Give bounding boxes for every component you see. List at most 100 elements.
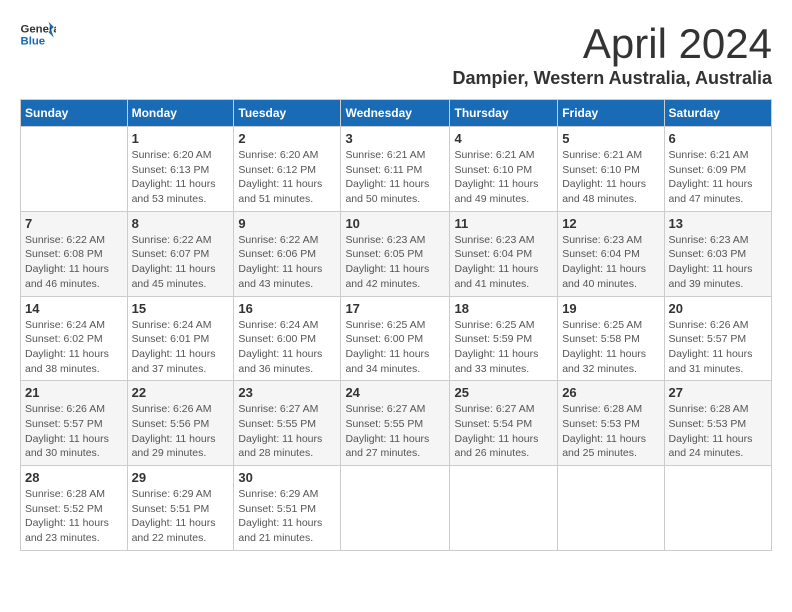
calendar-cell: 30 Sunrise: 6:29 AMSunset: 5:51 PMDayligh… (234, 466, 341, 551)
calendar-cell: 8Sunrise: 6:22 AMSunset: 6:07 PMDaylight… (127, 211, 234, 296)
day-number: 12 (562, 216, 659, 231)
calendar-cell: 26 Sunrise: 6:28 AMSunset: 5:53 PMDayligh… (558, 381, 664, 466)
location-title: Dampier, Western Australia, Australia (453, 68, 772, 89)
day-info: Sunrise: 6:21 AMSunset: 6:11 PMDaylight:… (345, 148, 445, 207)
calendar-week-row: 21 Sunrise: 6:26 AMSunset: 5:57 PMDayligh… (21, 381, 772, 466)
day-number: 18 (454, 301, 553, 316)
day-info: Sunrise: 6:23 AMSunset: 6:03 PMDaylight:… (669, 233, 767, 292)
day-info: Sunrise: 6:28 AMSunset: 5:53 PMDaylight:… (562, 402, 659, 461)
calendar-week-row: 1 Sunrise: 6:20 AMSunset: 6:13 PMDaylight… (21, 127, 772, 212)
day-number: 8 (132, 216, 230, 231)
day-info: Sunrise: 6:28 AMSunset: 5:52 PMDaylight:… (25, 487, 123, 546)
column-header-sunday: Sunday (21, 100, 128, 127)
calendar-cell (664, 466, 771, 551)
calendar-cell: 15Sunrise: 6:24 AMSunset: 6:01 PMDayligh… (127, 296, 234, 381)
column-header-wednesday: Wednesday (341, 100, 450, 127)
day-number: 7 (25, 216, 123, 231)
day-number: 23 (238, 385, 336, 400)
day-number: 25 (454, 385, 553, 400)
day-number: 17 (345, 301, 445, 316)
calendar-cell: 20 Sunrise: 6:26 AMSunset: 5:57 PMDayligh… (664, 296, 771, 381)
day-info: Sunrise: 6:24 AMSunset: 6:00 PMDaylight:… (238, 318, 336, 377)
calendar-week-row: 28Sunrise: 6:28 AMSunset: 5:52 PMDayligh… (21, 466, 772, 551)
day-number: 2 (238, 131, 336, 146)
day-info: Sunrise: 6:25 AMSunset: 5:58 PMDaylight:… (562, 318, 659, 377)
calendar-cell: 14 Sunrise: 6:24 AMSunset: 6:02 PMDayligh… (21, 296, 128, 381)
day-number: 5 (562, 131, 659, 146)
calendar-cell: 16 Sunrise: 6:24 AMSunset: 6:00 PMDayligh… (234, 296, 341, 381)
calendar-cell: 6 Sunrise: 6:21 AMSunset: 6:09 PMDaylight… (664, 127, 771, 212)
day-info: Sunrise: 6:21 AMSunset: 6:10 PMDaylight:… (454, 148, 553, 207)
day-info: Sunrise: 6:26 AMSunset: 5:56 PMDaylight:… (132, 402, 230, 461)
calendar-cell: 1 Sunrise: 6:20 AMSunset: 6:13 PMDaylight… (127, 127, 234, 212)
day-info: Sunrise: 6:26 AMSunset: 5:57 PMDaylight:… (25, 402, 123, 461)
day-info: Sunrise: 6:26 AMSunset: 5:57 PMDaylight:… (669, 318, 767, 377)
day-info: Sunrise: 6:22 AMSunset: 6:06 PMDaylight:… (238, 233, 336, 292)
calendar-header-row: SundayMondayTuesdayWednesdayThursdayFrid… (21, 100, 772, 127)
column-header-saturday: Saturday (664, 100, 771, 127)
day-info: Sunrise: 6:24 AMSunset: 6:02 PMDaylight:… (25, 318, 123, 377)
calendar-week-row: 7 Sunrise: 6:22 AMSunset: 6:08 PMDaylight… (21, 211, 772, 296)
title-area: April 2024 Dampier, Western Australia, A… (453, 20, 772, 89)
day-info: Sunrise: 6:20 AMSunset: 6:13 PMDaylight:… (132, 148, 230, 207)
calendar-cell: 21 Sunrise: 6:26 AMSunset: 5:57 PMDayligh… (21, 381, 128, 466)
calendar-cell: 9 Sunrise: 6:22 AMSunset: 6:06 PMDaylight… (234, 211, 341, 296)
calendar-cell (450, 466, 558, 551)
calendar-cell: 2 Sunrise: 6:20 AMSunset: 6:12 PMDaylight… (234, 127, 341, 212)
day-number: 27 (669, 385, 767, 400)
day-number: 6 (669, 131, 767, 146)
calendar-cell: 18 Sunrise: 6:25 AMSunset: 5:59 PMDayligh… (450, 296, 558, 381)
day-number: 13 (669, 216, 767, 231)
day-number: 16 (238, 301, 336, 316)
header: General Blue April 2024 Dampier, Western… (20, 20, 772, 89)
calendar-cell: 25 Sunrise: 6:27 AMSunset: 5:54 PMDayligh… (450, 381, 558, 466)
calendar-cell: 28Sunrise: 6:28 AMSunset: 5:52 PMDayligh… (21, 466, 128, 551)
day-info: Sunrise: 6:27 AMSunset: 5:54 PMDaylight:… (454, 402, 553, 461)
day-number: 14 (25, 301, 123, 316)
calendar-week-row: 14 Sunrise: 6:24 AMSunset: 6:02 PMDayligh… (21, 296, 772, 381)
calendar-cell: 10 Sunrise: 6:23 AMSunset: 6:05 PMDayligh… (341, 211, 450, 296)
day-info: Sunrise: 6:23 AMSunset: 6:04 PMDaylight:… (454, 233, 553, 292)
day-number: 26 (562, 385, 659, 400)
day-info: Sunrise: 6:25 AMSunset: 6:00 PMDaylight:… (345, 318, 445, 377)
day-number: 11 (454, 216, 553, 231)
calendar-cell: 19 Sunrise: 6:25 AMSunset: 5:58 PMDayligh… (558, 296, 664, 381)
svg-text:Blue: Blue (21, 36, 46, 48)
day-info: Sunrise: 6:23 AMSunset: 6:04 PMDaylight:… (562, 233, 659, 292)
day-number: 4 (454, 131, 553, 146)
calendar-cell: 17 Sunrise: 6:25 AMSunset: 6:00 PMDayligh… (341, 296, 450, 381)
column-header-tuesday: Tuesday (234, 100, 341, 127)
calendar-cell: 11 Sunrise: 6:23 AMSunset: 6:04 PMDayligh… (450, 211, 558, 296)
month-title: April 2024 (453, 20, 772, 68)
day-info: Sunrise: 6:23 AMSunset: 6:05 PMDaylight:… (345, 233, 445, 292)
column-header-monday: Monday (127, 100, 234, 127)
day-number: 9 (238, 216, 336, 231)
day-number: 24 (345, 385, 445, 400)
calendar-cell: 7 Sunrise: 6:22 AMSunset: 6:08 PMDaylight… (21, 211, 128, 296)
calendar-cell: 27Sunrise: 6:28 AMSunset: 5:53 PMDayligh… (664, 381, 771, 466)
calendar-cell: 22 Sunrise: 6:26 AMSunset: 5:56 PMDayligh… (127, 381, 234, 466)
column-header-friday: Friday (558, 100, 664, 127)
day-number: 10 (345, 216, 445, 231)
calendar-table: SundayMondayTuesdayWednesdayThursdayFrid… (20, 99, 772, 551)
day-info: Sunrise: 6:25 AMSunset: 5:59 PMDaylight:… (454, 318, 553, 377)
logo-icon: General Blue (20, 20, 56, 48)
day-number: 1 (132, 131, 230, 146)
day-info: Sunrise: 6:27 AMSunset: 5:55 PMDaylight:… (345, 402, 445, 461)
day-number: 22 (132, 385, 230, 400)
day-number: 29 (132, 470, 230, 485)
day-info: Sunrise: 6:29 AMSunset: 5:51 PMDaylight:… (238, 487, 336, 546)
day-number: 19 (562, 301, 659, 316)
day-info: Sunrise: 6:20 AMSunset: 6:12 PMDaylight:… (238, 148, 336, 207)
day-info: Sunrise: 6:21 AMSunset: 6:09 PMDaylight:… (669, 148, 767, 207)
calendar-cell (21, 127, 128, 212)
calendar-cell (558, 466, 664, 551)
day-number: 20 (669, 301, 767, 316)
calendar-cell: 12 Sunrise: 6:23 AMSunset: 6:04 PMDayligh… (558, 211, 664, 296)
logo: General Blue (20, 20, 56, 48)
calendar-cell (341, 466, 450, 551)
day-number: 30 (238, 470, 336, 485)
day-info: Sunrise: 6:22 AMSunset: 6:08 PMDaylight:… (25, 233, 123, 292)
day-number: 21 (25, 385, 123, 400)
day-info: Sunrise: 6:24 AMSunset: 6:01 PMDaylight:… (132, 318, 230, 377)
